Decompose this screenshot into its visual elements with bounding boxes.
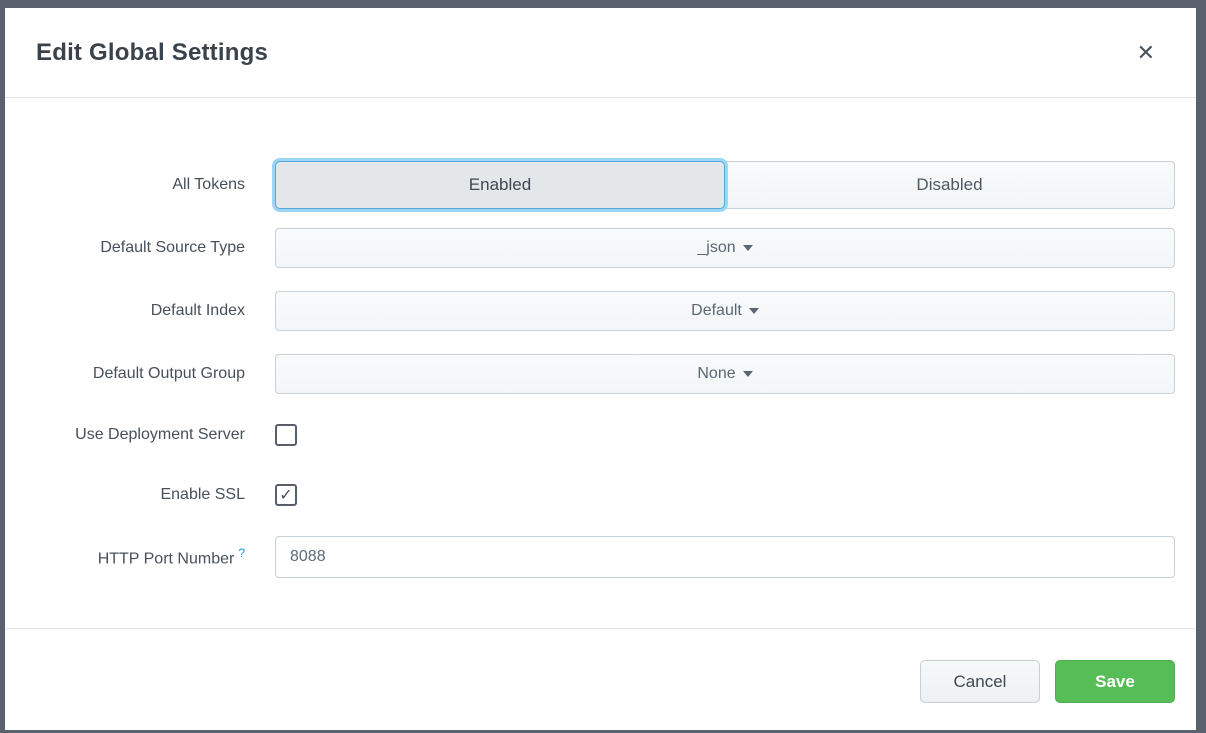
chevron-down-icon: [743, 245, 753, 251]
dialog-header: Edit Global Settings ✕: [5, 8, 1196, 98]
dialog-body: All Tokens Enabled Disabled Default Sour…: [5, 98, 1196, 628]
row-http-port-number: HTTP Port Number?: [36, 536, 1175, 578]
use-deployment-server-label: Use Deployment Server: [36, 426, 275, 444]
default-index-dropdown[interactable]: Default: [275, 291, 1175, 331]
help-icon[interactable]: ?: [238, 546, 245, 560]
all-tokens-toggle: Enabled Disabled: [275, 161, 1175, 209]
row-default-output-group: Default Output Group None: [36, 354, 1175, 394]
use-deployment-server-checkbox[interactable]: [275, 424, 297, 446]
row-default-index: Default Index Default: [36, 291, 1175, 331]
row-enable-ssl: Enable SSL ✓: [36, 484, 1175, 506]
chevron-down-icon: [749, 308, 759, 314]
default-source-type-label: Default Source Type: [36, 239, 275, 257]
http-port-number-label: HTTP Port Number?: [36, 546, 275, 568]
all-tokens-disabled-button[interactable]: Disabled: [725, 161, 1175, 209]
enable-ssl-checkbox[interactable]: ✓: [275, 484, 297, 506]
edit-global-settings-dialog: Edit Global Settings ✕ All Tokens Enable…: [5, 8, 1196, 730]
default-source-type-value: _json: [697, 239, 735, 257]
dialog-footer: Cancel Save: [5, 628, 1196, 730]
default-output-group-dropdown[interactable]: None: [275, 354, 1175, 394]
cancel-button[interactable]: Cancel: [920, 660, 1040, 703]
default-index-value: Default: [691, 302, 742, 320]
save-button[interactable]: Save: [1055, 660, 1175, 703]
dialog-title: Edit Global Settings: [36, 39, 268, 67]
all-tokens-enabled-button[interactable]: Enabled: [275, 161, 725, 209]
row-all-tokens: All Tokens Enabled Disabled: [36, 161, 1175, 209]
http-port-number-input[interactable]: [275, 536, 1175, 578]
enable-ssl-label: Enable SSL: [36, 486, 275, 504]
chevron-down-icon: [743, 371, 753, 377]
default-index-label: Default Index: [36, 302, 275, 320]
close-icon[interactable]: ✕: [1137, 42, 1155, 64]
default-output-group-value: None: [697, 365, 735, 383]
default-output-group-label: Default Output Group: [36, 365, 275, 383]
row-default-source-type: Default Source Type _json: [36, 228, 1175, 268]
all-tokens-label: All Tokens: [36, 176, 275, 194]
default-source-type-dropdown[interactable]: _json: [275, 228, 1175, 268]
row-use-deployment-server: Use Deployment Server: [36, 424, 1175, 446]
